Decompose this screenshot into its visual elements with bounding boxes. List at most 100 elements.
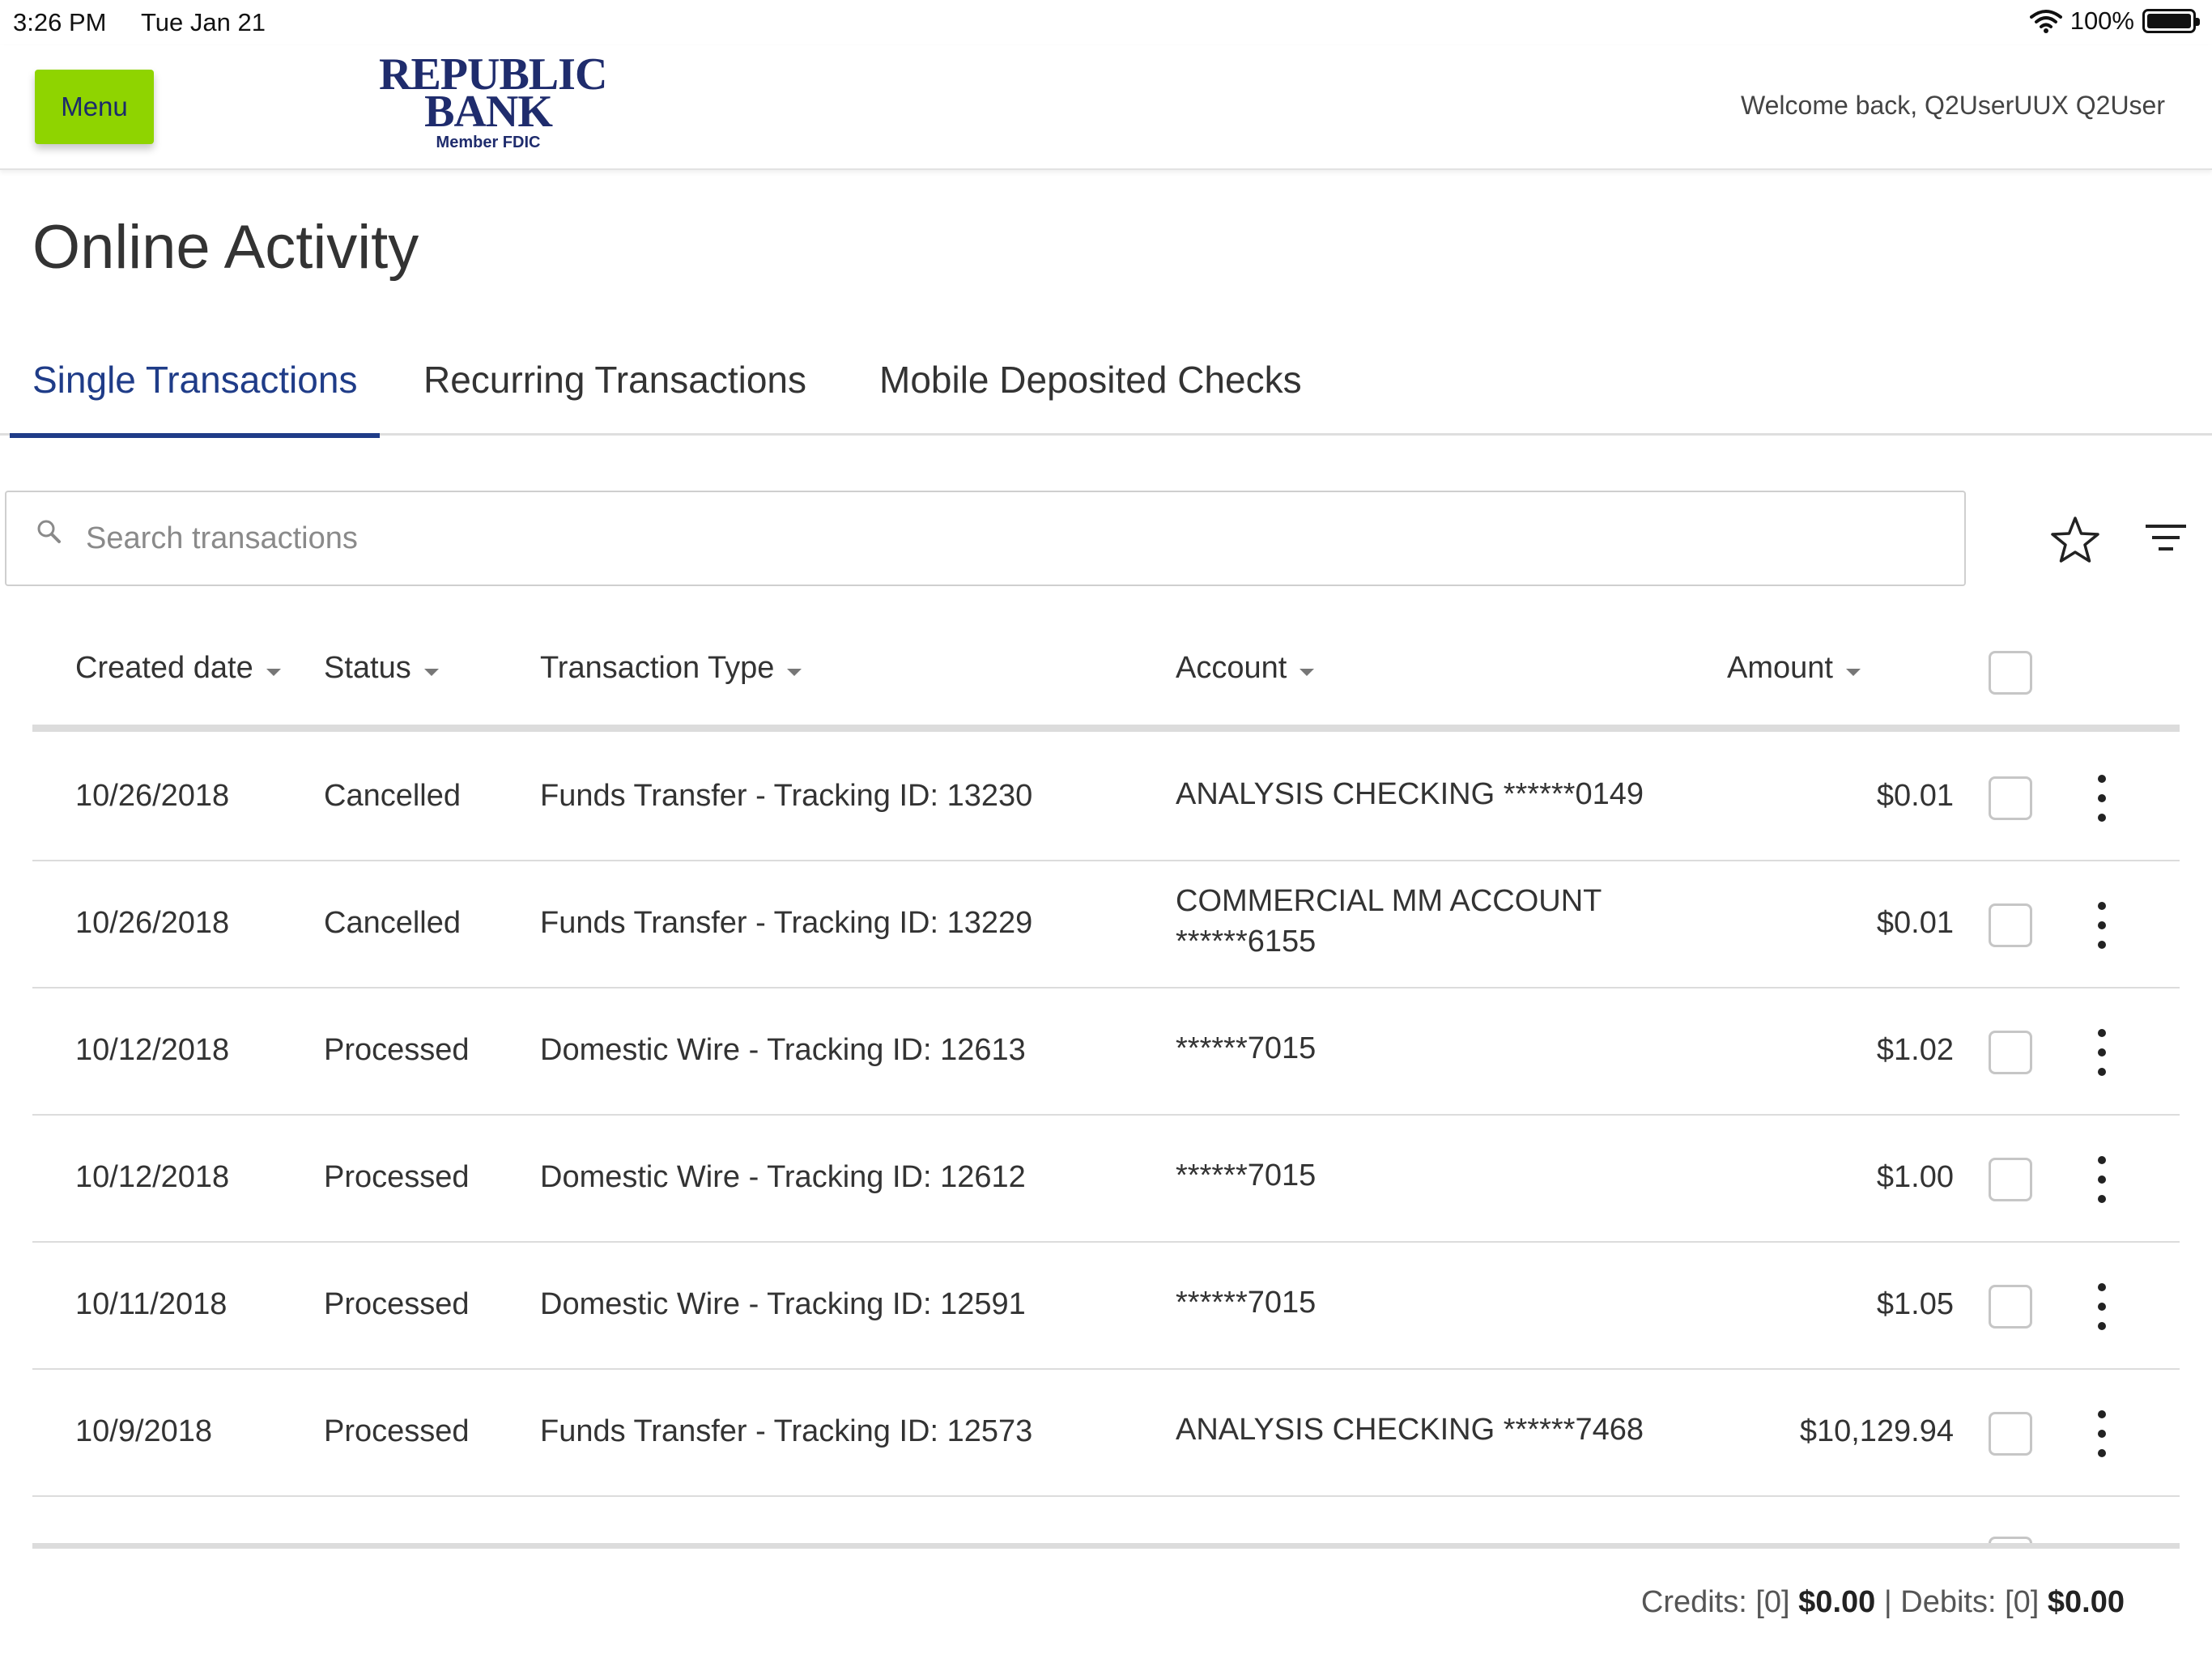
- table-row: 10/26/2018 Cancelled Funds Transfer - Tr…: [32, 861, 2180, 988]
- sort-caret-icon: [423, 669, 439, 676]
- star-icon[interactable]: [2048, 513, 2102, 567]
- row-date: 10/11/2018: [75, 1287, 228, 1321]
- search-icon: [37, 520, 61, 543]
- tab-recurring-transactions[interactable]: Recurring Transactions: [401, 358, 829, 436]
- kebab-menu-icon[interactable]: [2092, 1405, 2112, 1462]
- row-checkbox[interactable]: [1989, 1158, 2032, 1201]
- sort-caret-icon: [1300, 669, 1315, 676]
- row-status: Processed: [324, 1160, 470, 1194]
- row-account: ANALYSIS CHECKING ******0149: [1176, 774, 1644, 814]
- credits-label: Credits: [0]: [1640, 1585, 1790, 1619]
- column-created-date[interactable]: Created date: [75, 651, 281, 686]
- battery-icon: [2142, 9, 2200, 33]
- column-label: Status: [324, 651, 411, 685]
- status-time: 3:26 PM: [13, 8, 107, 36]
- table-row: 10/26/2018 Cancelled Funds Transfer - Tr…: [32, 734, 2180, 861]
- column-account[interactable]: Account: [1176, 651, 1315, 686]
- kebab-menu-icon[interactable]: [2092, 1278, 2112, 1335]
- search-input[interactable]: [84, 512, 1865, 565]
- row-status: Cancelled: [324, 779, 461, 813]
- row-account: ******7015: [1176, 1282, 1316, 1323]
- select-all-checkbox[interactable]: [1989, 651, 2032, 695]
- debits-value: $0.00: [2047, 1585, 2125, 1619]
- column-label: Created date: [75, 651, 253, 685]
- row-status: Processed: [324, 1287, 470, 1321]
- battery-percent: 100%: [2069, 6, 2134, 35]
- row-account: ******7015: [1176, 1028, 1316, 1069]
- row-amount: $1.00: [1876, 1160, 1954, 1194]
- row-checkbox[interactable]: [1989, 776, 2032, 820]
- account-line: ANALYSIS CHECKING ******7468: [1176, 1413, 1644, 1447]
- row-account: ******7015: [1176, 1155, 1316, 1196]
- filter-icon[interactable]: [2141, 515, 2189, 563]
- table-row: 10/11/2018 Processed Domestic Wire - Tra…: [32, 1243, 2180, 1370]
- logo-line-3: Member FDIC: [436, 134, 541, 151]
- column-transaction-type[interactable]: Transaction Type: [540, 651, 802, 686]
- row-amount: $0.01: [1876, 779, 1954, 813]
- kebab-menu-icon[interactable]: [2092, 1151, 2112, 1208]
- table-scroll-edge: [32, 1543, 2180, 1549]
- menu-button[interactable]: Menu: [35, 70, 154, 144]
- sort-caret-icon: [266, 669, 281, 676]
- totals-separator: |: [1883, 1585, 1892, 1619]
- row-amount: $1.05: [1876, 1287, 1954, 1321]
- row-type: Funds Transfer - Tracking ID: 13230: [540, 779, 1033, 813]
- kebab-menu-icon[interactable]: [2092, 1024, 2112, 1081]
- account-line: ******7015: [1176, 1158, 1317, 1192]
- table-header: Created date Status Transaction Type Acc…: [32, 619, 2180, 732]
- wifi-icon: [2029, 10, 2062, 33]
- row-checkbox[interactable]: [1989, 1412, 2032, 1456]
- row-account: COMMERCIAL MM ACCOUNT ******6155: [1176, 881, 1602, 962]
- row-status: Cancelled: [324, 906, 461, 940]
- row-amount: $1.02: [1876, 1033, 1954, 1067]
- account-line: ******7015: [1176, 1286, 1317, 1320]
- row-date: 10/12/2018: [75, 1160, 230, 1194]
- status-date: Tue Jan 21: [141, 8, 266, 36]
- totals-summary: Credits: [0] $0.00 | Debits: [0] $0.00: [1641, 1585, 2125, 1620]
- tab-bar: Single Transactions Recurring Transactio…: [0, 340, 2212, 438]
- bank-logo[interactable]: REPUBLIC BANK Member FDIC: [379, 52, 607, 159]
- welcome-message: Welcome back, Q2UserUUX Q2User: [1741, 91, 2165, 120]
- credits-value: $0.00: [1798, 1585, 1876, 1619]
- column-label: Account: [1176, 651, 1287, 685]
- row-checkbox[interactable]: [1989, 1285, 2032, 1329]
- tab-mobile-deposited-checks[interactable]: Mobile Deposited Checks: [857, 358, 1325, 436]
- status-bar: 3:26 PM Tue Jan 21 100%: [0, 0, 2212, 45]
- row-type: Domestic Wire - Tracking ID: 12612: [540, 1160, 1026, 1194]
- row-account: ANALYSIS CHECKING ******7468: [1176, 1409, 1644, 1450]
- column-label: Transaction Type: [540, 651, 775, 685]
- row-checkbox[interactable]: [1989, 1031, 2032, 1074]
- table-row: 10/12/2018 Processed Domestic Wire - Tra…: [32, 1116, 2180, 1243]
- kebab-menu-icon[interactable]: [2092, 897, 2112, 954]
- sort-caret-icon: [1845, 669, 1861, 676]
- row-type: Domestic Wire - Tracking ID: 12591: [540, 1287, 1026, 1321]
- column-amount[interactable]: Amount: [1727, 651, 1861, 686]
- row-date: 10/12/2018: [75, 1033, 230, 1067]
- row-amount: $10,129.94: [1799, 1414, 1954, 1448]
- app-header: Menu REPUBLIC BANK Member FDIC Welcome b…: [0, 45, 2212, 170]
- row-date: 10/9/2018: [75, 1414, 213, 1448]
- row-checkbox[interactable]: [1989, 903, 2032, 947]
- tab-single-transactions[interactable]: Single Transactions: [10, 358, 381, 438]
- row-amount: $0.01: [1876, 906, 1954, 940]
- search-box[interactable]: [5, 491, 1966, 586]
- kebab-menu-icon[interactable]: [2092, 770, 2112, 827]
- account-line: ANALYSIS CHECKING ******0149: [1176, 777, 1644, 811]
- status-right: 100%: [2029, 6, 2200, 36]
- row-date: 10/26/2018: [75, 779, 230, 813]
- account-line: ******7015: [1176, 1031, 1317, 1065]
- table-row: 10/12/2018 Processed Domestic Wire - Tra…: [32, 988, 2180, 1116]
- row-type: Funds Transfer - Tracking ID: 12573: [540, 1414, 1033, 1448]
- row-date: 10/26/2018: [75, 906, 230, 940]
- row-type: Funds Transfer - Tracking ID: 13229: [540, 906, 1033, 940]
- row-status: Processed: [324, 1033, 470, 1067]
- debits-label: Debits: [0]: [1900, 1585, 2040, 1619]
- column-status[interactable]: Status: [324, 651, 439, 686]
- row-status: Processed: [324, 1414, 470, 1448]
- sort-caret-icon: [787, 669, 802, 676]
- page-title: Online Activity: [32, 213, 419, 282]
- account-line: ******6155: [1176, 925, 1317, 959]
- account-line: COMMERCIAL MM ACCOUNT: [1176, 884, 1602, 918]
- row-type: Domestic Wire - Tracking ID: 12613: [540, 1033, 1026, 1067]
- column-label: Amount: [1727, 651, 1833, 685]
